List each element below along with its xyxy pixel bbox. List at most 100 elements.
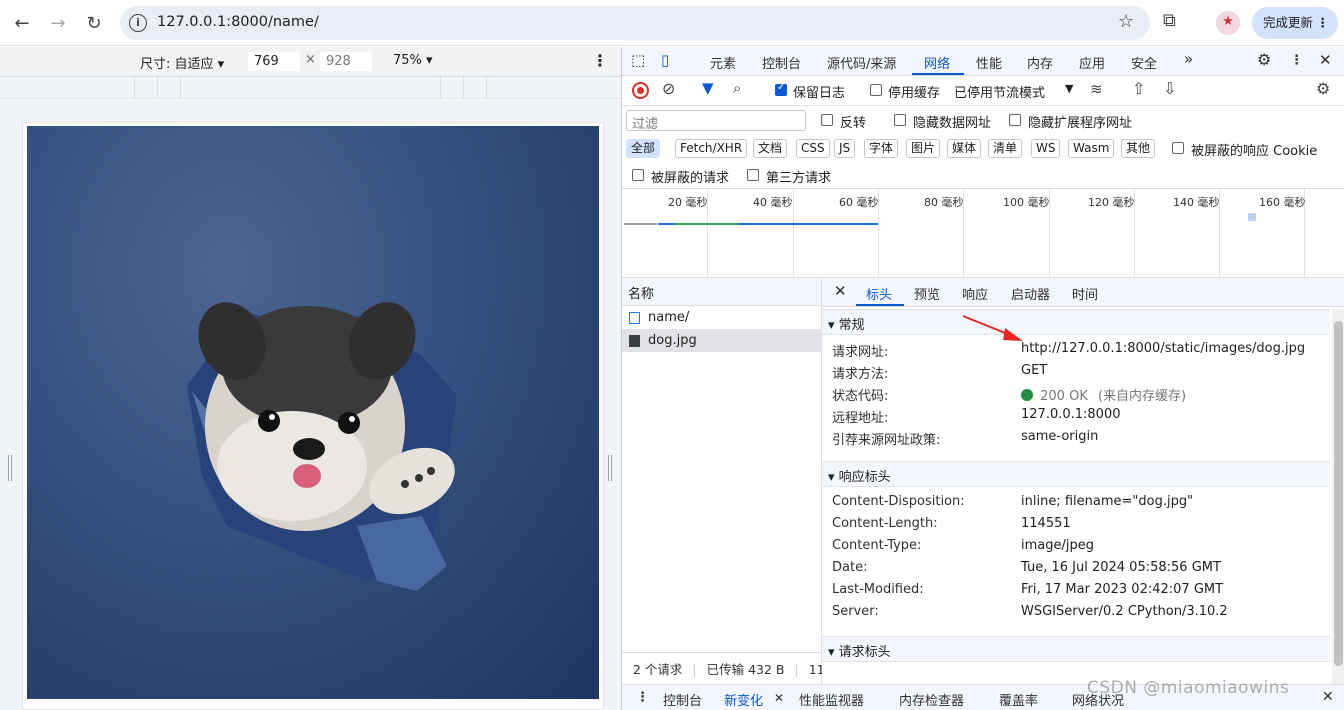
request-row-name[interactable]: name/	[622, 306, 821, 329]
request-method-value: GET	[1021, 363, 1048, 378]
name-column-header[interactable]: 名称	[622, 278, 821, 306]
devtools-tabbar: ⬚ ▯ 元素 控制台 源代码/来源 网络 性能 内存 应用 安全 » ⚙ ⋮ ✕	[622, 47, 1344, 76]
drawer-tab-performance-monitor[interactable]: 性能监视器	[799, 690, 864, 709]
header-key: Content-Length:	[832, 516, 938, 531]
tab-initiator[interactable]: 启动器	[1011, 284, 1050, 303]
referrer-policy-value: same-origin	[1021, 429, 1099, 444]
address-url[interactable]: 127.0.0.1:8000/name/	[157, 14, 319, 30]
status-note: (来自内存缓存)	[1097, 389, 1187, 404]
filter-type-fetch-xhr[interactable]: Fetch/XHR	[675, 139, 748, 158]
right-resize-handle[interactable]	[608, 455, 612, 481]
viewport-width-input[interactable]: 769	[248, 52, 300, 71]
reload-icon[interactable]: ↻	[81, 10, 107, 36]
tab-sources[interactable]: 源代码/来源	[827, 53, 896, 72]
request-name: dog.jpg	[648, 333, 697, 348]
scrollbar-thumb[interactable]	[1334, 321, 1343, 666]
settings-gear-icon[interactable]: ⚙	[1257, 50, 1271, 69]
filter-type-other[interactable]: 其他	[1121, 139, 1156, 158]
header-value: Tue, 16 Jul 2024 05:58:56 GMT	[1021, 560, 1221, 575]
tab-timing[interactable]: 时间	[1072, 284, 1098, 303]
request-name: name/	[648, 310, 690, 325]
address-bar[interactable]: i 127.0.0.1:8000/name/ ☆	[120, 6, 1150, 40]
filter-type-js[interactable]: JS	[834, 139, 856, 158]
network-conditions-icon[interactable]: ≋	[1090, 80, 1103, 98]
more-tabs-icon[interactable]: »	[1184, 50, 1193, 68]
export-har-icon[interactable]: ⇩	[1163, 79, 1176, 98]
preserve-log-checkbox[interactable]	[775, 82, 787, 96]
active-tab-indicator	[912, 73, 964, 75]
third-party-checkbox[interactable]	[747, 169, 759, 181]
tab-response[interactable]: 响应	[962, 284, 988, 303]
blocked-requests-checkbox[interactable]	[632, 169, 644, 181]
filter-type-css[interactable]: CSS	[796, 139, 830, 158]
tab-network[interactable]: 网络	[924, 53, 950, 72]
tab-console[interactable]: 控制台	[762, 53, 801, 72]
details-scrollbar[interactable]	[1332, 309, 1344, 684]
device-toggle-icon[interactable]: ▯	[661, 51, 669, 69]
tab-elements[interactable]: 元素	[710, 53, 736, 72]
drawer-menu-icon[interactable]: ⋮	[636, 690, 649, 705]
filter-type-font[interactable]: 字体	[864, 139, 899, 158]
viewport-height-input[interactable]: 928	[320, 52, 372, 71]
filter-icon[interactable]: ▼	[702, 79, 714, 97]
network-settings-gear-icon[interactable]: ⚙	[1316, 79, 1330, 98]
general-section-header[interactable]: ▾ 常规	[822, 309, 1330, 335]
filter-type-all[interactable]: 全部	[626, 139, 661, 158]
close-devtools-icon[interactable]: ✕	[1319, 51, 1332, 69]
filter-type-wasm[interactable]: Wasm	[1068, 139, 1115, 158]
invert-checkbox[interactable]	[821, 114, 833, 126]
update-button[interactable]: 完成更新 ⋮	[1252, 7, 1338, 39]
request-summary-bar: 2 个请求 | 已传输 432 B | 11	[622, 652, 822, 682]
hide-extension-urls-checkbox[interactable]	[1009, 114, 1021, 126]
header-key: Last-Modified:	[832, 582, 924, 597]
request-headers-section-header[interactable]: ▾ 请求标头	[822, 636, 1330, 662]
zoom-dropdown[interactable]: 75% ▾	[393, 53, 433, 68]
back-icon[interactable]: ←	[9, 10, 35, 36]
response-headers-section-header[interactable]: ▾ 响应标头	[822, 461, 1330, 487]
drawer-tab-console[interactable]: 控制台	[663, 690, 702, 709]
drawer-tab-coverage[interactable]: 覆盖率	[999, 690, 1038, 709]
import-har-icon[interactable]: ⇧	[1132, 79, 1145, 98]
filter-type-doc[interactable]: 文档	[753, 139, 788, 158]
hide-data-urls-checkbox[interactable]	[894, 114, 906, 126]
network-overview-timeline[interactable]: 20 毫秒 40 毫秒 60 毫秒 80 毫秒 100 毫秒 120 毫秒 14…	[622, 188, 1344, 278]
tab-headers[interactable]: 标头	[866, 284, 892, 303]
close-details-icon[interactable]: ✕	[834, 282, 847, 300]
extensions-icon[interactable]: ⧉	[1163, 10, 1176, 31]
left-resize-handle[interactable]	[8, 455, 12, 481]
inspect-element-icon[interactable]: ⬚	[631, 51, 645, 69]
header-key: Server:	[832, 604, 879, 619]
close-changes-tab-icon[interactable]: ✕	[774, 691, 784, 705]
filter-type-manifest[interactable]: 清单	[988, 139, 1023, 158]
rendered-page	[22, 122, 604, 710]
record-stop-icon[interactable]	[632, 82, 649, 99]
forward-icon[interactable]: →	[45, 10, 71, 36]
chevron-down-icon[interactable]: ▼	[1065, 82, 1073, 95]
filter-type-media[interactable]: 媒体	[947, 139, 982, 158]
drawer-tab-changes[interactable]: 新变化	[724, 690, 763, 709]
filter-input[interactable]: 过滤	[626, 110, 806, 132]
disable-cache-checkbox[interactable]	[870, 84, 882, 96]
devtools-menu-icon[interactable]: ⋮	[1290, 53, 1303, 68]
tab-memory[interactable]: 内存	[1027, 53, 1053, 72]
tab-security[interactable]: 安全	[1131, 53, 1157, 72]
tab-application[interactable]: 应用	[1079, 53, 1105, 72]
close-drawer-icon[interactable]: ✕	[1322, 689, 1334, 705]
blocked-cookies-checkbox[interactable]	[1172, 142, 1184, 154]
site-info-icon[interactable]: i	[129, 14, 147, 32]
filter-type-ws[interactable]: WS	[1031, 139, 1061, 158]
header-value: image/jpeg	[1021, 538, 1094, 553]
clear-icon[interactable]: ⊘	[662, 79, 675, 98]
overview-bar	[624, 223, 657, 225]
bookmark-star-icon[interactable]: ☆	[1118, 11, 1134, 32]
request-row-dog[interactable]: dog.jpg	[622, 329, 821, 352]
device-more-icon[interactable]: ⋮	[592, 51, 608, 70]
search-icon[interactable]: ⌕	[733, 79, 741, 97]
dimensions-dropdown[interactable]: 尺寸: 自适应 ▾	[140, 53, 224, 72]
tab-performance[interactable]: 性能	[976, 53, 1002, 72]
tab-preview[interactable]: 预览	[914, 284, 940, 303]
profile-avatar[interactable]: ★	[1216, 11, 1240, 35]
filter-type-img[interactable]: 图片	[906, 139, 941, 158]
throttle-dropdown[interactable]: 已停用节流模式	[954, 82, 1045, 101]
drawer-tab-memory-inspector[interactable]: 内存检查器	[899, 690, 964, 709]
